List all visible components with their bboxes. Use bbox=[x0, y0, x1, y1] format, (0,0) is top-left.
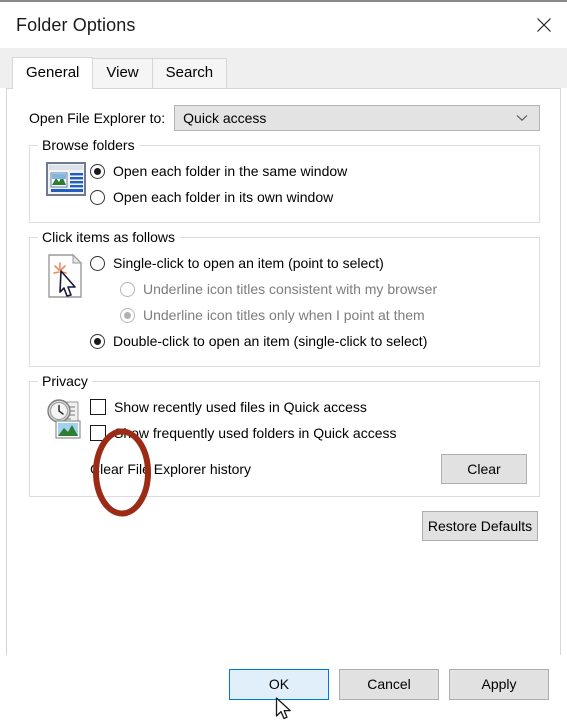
folder-options-dialog: Folder Options General View Search Open … bbox=[0, 0, 567, 721]
radio-indicator bbox=[120, 307, 135, 323]
tab-view[interactable]: View bbox=[92, 58, 153, 88]
apply-button[interactable]: Apply bbox=[449, 668, 549, 700]
browse-folders-title: Browse folders bbox=[38, 137, 139, 153]
privacy-group: Privacy Show recently used files in Quic… bbox=[29, 373, 540, 497]
radio-open-own-window[interactable]: Open each folder in its own window bbox=[90, 184, 529, 210]
radio-indicator bbox=[90, 163, 105, 179]
checkbox-show-recent-files[interactable]: Show recently used files in Quick access bbox=[90, 394, 529, 420]
close-icon[interactable] bbox=[521, 2, 567, 48]
radio-indicator bbox=[90, 189, 105, 205]
tab-search-label: Search bbox=[165, 64, 214, 81]
radio-open-same-window[interactable]: Open each folder in the same window bbox=[90, 158, 529, 184]
radio-underline-on-hover: Underline icon titles only when I point … bbox=[90, 302, 529, 328]
radio-double-click[interactable]: Double-click to open an item (single-cli… bbox=[90, 328, 529, 354]
browse-folders-group: Browse folders Open each folder in the s… bbox=[29, 137, 540, 223]
checkbox-show-frequent-folders-label: Show frequently used folders in Quick ac… bbox=[114, 425, 397, 441]
radio-indicator bbox=[90, 333, 105, 349]
radio-single-click-label: Single-click to open an item (point to s… bbox=[113, 255, 384, 271]
radio-underline-consistent: Underline icon titles consistent with my… bbox=[90, 276, 529, 302]
radio-double-click-label: Double-click to open an item (single-cli… bbox=[113, 333, 428, 349]
checkbox-show-recent-files-label: Show recently used files in Quick access bbox=[114, 399, 367, 415]
radio-open-own-window-label: Open each folder in its own window bbox=[113, 189, 334, 205]
cancel-button[interactable]: Cancel bbox=[339, 668, 439, 700]
folder-window-icon bbox=[42, 158, 90, 196]
click-document-cursor-icon bbox=[42, 250, 90, 298]
open-file-explorer-value: Quick access bbox=[183, 110, 267, 126]
tab-search[interactable]: Search bbox=[151, 58, 228, 88]
restore-defaults-button[interactable]: Restore Defaults bbox=[422, 511, 538, 541]
page-title: Folder Options bbox=[16, 14, 136, 35]
open-file-explorer-dropdown[interactable]: Quick access bbox=[174, 105, 540, 131]
tab-general-label: General bbox=[26, 64, 80, 81]
clear-history-row: Clear File Explorer history Clear bbox=[90, 454, 529, 484]
radio-open-same-window-label: Open each folder in the same window bbox=[113, 163, 348, 179]
radio-indicator bbox=[90, 255, 105, 271]
open-file-explorer-label: Open File Explorer to: bbox=[29, 110, 166, 126]
clear-button[interactable]: Clear bbox=[441, 454, 527, 484]
radio-underline-on-hover-label: Underline icon titles only when I point … bbox=[143, 307, 425, 323]
tab-view-label: View bbox=[106, 64, 139, 81]
checkbox-indicator bbox=[90, 399, 106, 415]
click-items-group: Click items as follows Single-click to o… bbox=[29, 229, 540, 367]
title-bar: Folder Options bbox=[0, 2, 567, 48]
privacy-title: Privacy bbox=[38, 373, 92, 389]
ok-button[interactable]: OK bbox=[229, 668, 329, 700]
clear-history-label: Clear File Explorer history bbox=[90, 461, 252, 477]
open-file-explorer-row: Open File Explorer to: Quick access bbox=[29, 105, 540, 131]
radio-underline-consistent-label: Underline icon titles consistent with my… bbox=[143, 281, 438, 297]
tab-strip: General View Search bbox=[0, 48, 567, 89]
clock-history-icon bbox=[42, 394, 90, 440]
restore-defaults-row: Restore Defaults bbox=[29, 511, 540, 541]
tab-general[interactable]: General bbox=[12, 57, 94, 89]
click-items-title: Click items as follows bbox=[38, 229, 180, 245]
chevron-down-icon bbox=[515, 111, 529, 125]
tab-content-general: Open File Explorer to: Quick access Brow… bbox=[6, 88, 561, 655]
checkbox-show-frequent-folders[interactable]: Show frequently used folders in Quick ac… bbox=[90, 420, 529, 446]
dialog-footer: OK Cancel Apply bbox=[0, 655, 567, 721]
radio-indicator bbox=[120, 281, 135, 297]
checkbox-indicator bbox=[90, 425, 106, 441]
radio-single-click[interactable]: Single-click to open an item (point to s… bbox=[90, 250, 529, 276]
